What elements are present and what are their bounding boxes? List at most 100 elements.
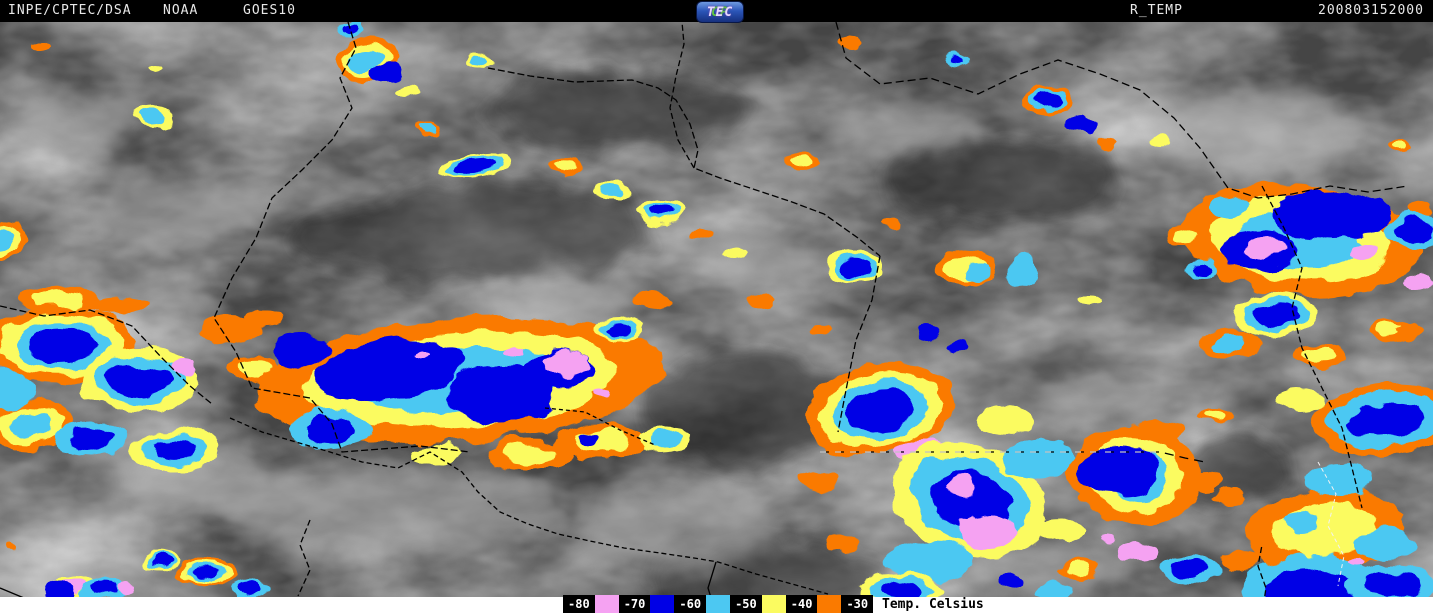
storm-layer (1135, 420, 1185, 440)
storm-layer (746, 293, 774, 307)
storm-layer (1305, 464, 1375, 496)
storm-cell (688, 229, 712, 241)
storm-cell (1116, 542, 1160, 562)
storm-layer (505, 347, 525, 357)
agency-label: INPE/CPTEC/DSA (8, 3, 132, 18)
storm-layer (304, 417, 356, 443)
storm-cell (1355, 530, 1415, 560)
storm-cell (369, 65, 401, 85)
noaa-label: NOAA (163, 3, 199, 18)
storm-cell (782, 153, 818, 171)
storm-layer (270, 334, 330, 366)
storm-cell (1187, 471, 1223, 489)
storm-layer (1034, 92, 1062, 108)
storm-cell (1100, 532, 1116, 542)
bright-patch (90, 175, 270, 245)
storm-cell (1351, 244, 1379, 260)
storm-layer (1069, 116, 1101, 134)
storm-cell (1408, 204, 1432, 216)
storm-layer (838, 36, 862, 48)
storm-layer (839, 260, 871, 276)
goes-satellite-product: INPE/CPTEC/DSA NOAA GOES10 CP TEC R_TEMP … (0, 0, 1433, 614)
storm-layer (171, 360, 199, 376)
storm-cell (1404, 274, 1432, 290)
storm-layer (120, 583, 136, 593)
storm-cell (6, 546, 18, 554)
storm-cell (175, 558, 235, 586)
storm-layer (1078, 294, 1102, 306)
storm-layer (1404, 274, 1432, 290)
storm-cell (1185, 262, 1215, 278)
storm-layer (1035, 518, 1085, 542)
storm-layer (944, 475, 976, 495)
bright-patch (700, 235, 820, 285)
storm-layer (108, 363, 172, 397)
bright-patch (10, 90, 150, 150)
satellite-map (0, 0, 1433, 614)
storm-layer (950, 55, 966, 65)
storm-cell (918, 327, 938, 339)
storm-cell (142, 550, 178, 570)
storm-cell (1295, 343, 1345, 367)
storm-layer (576, 433, 600, 447)
storm-layer (1391, 140, 1409, 150)
storm-cell (594, 182, 630, 202)
storm-layer (808, 324, 832, 336)
storm-layer (996, 574, 1024, 590)
storm-layer (632, 292, 668, 308)
storm-cell (171, 360, 199, 376)
bright-patch (820, 105, 980, 155)
storm-layer (1280, 512, 1320, 532)
storm-cell (1095, 137, 1115, 147)
storm-layer (719, 245, 747, 259)
cptec-logo: CP TEC (696, 1, 744, 23)
storm-cell (946, 53, 970, 67)
storm-layer (369, 65, 401, 85)
storm-cell (1386, 138, 1414, 152)
storm-cell (90, 295, 150, 315)
storm-cell (595, 318, 645, 342)
storm-cell (1160, 556, 1220, 584)
storm-cell (719, 245, 747, 259)
storm-cell (948, 339, 968, 351)
storm-cell (415, 349, 431, 357)
legend-label: -40 (790, 597, 813, 611)
storm-layer (1220, 550, 1260, 570)
storm-cell (1022, 85, 1074, 115)
storm-cell (1275, 388, 1325, 412)
bright-patch (570, 490, 790, 570)
storm-layer (25, 327, 95, 363)
storm-layer (1150, 135, 1170, 145)
storm-layer (1190, 264, 1210, 276)
storm-layer (415, 349, 431, 357)
storm-cell (576, 433, 600, 447)
storm-cell (800, 470, 840, 490)
storm-layer (948, 339, 968, 351)
storm-cell (996, 574, 1024, 590)
storm-layer (90, 583, 120, 597)
storm-cell (640, 428, 690, 452)
storm-layer (688, 229, 712, 241)
storm-cell (746, 293, 774, 307)
storm-layer (1203, 409, 1227, 421)
storm-layer (1361, 572, 1419, 598)
product-label: R_TEMP (1130, 3, 1183, 18)
storm-cell (120, 583, 136, 593)
storm-cell (958, 514, 1018, 550)
storm-cell (270, 334, 330, 366)
storm-layer (422, 125, 438, 135)
storm-layer (398, 86, 418, 98)
storm-layer (966, 264, 990, 280)
storm-cell (1246, 238, 1290, 258)
storm-layer (67, 428, 113, 452)
storm-layer (1170, 561, 1210, 579)
storm-cell (130, 428, 220, 472)
storm-layer (6, 546, 18, 554)
storm-layer (1210, 335, 1250, 355)
storm-cell (549, 159, 581, 177)
storm-layer (1270, 190, 1390, 240)
storm-layer (34, 291, 86, 309)
storm-cell (130, 104, 174, 126)
storm-layer (200, 317, 260, 343)
temperature-legend: -80 -70 -60 -50 -40 -30 (563, 595, 874, 613)
